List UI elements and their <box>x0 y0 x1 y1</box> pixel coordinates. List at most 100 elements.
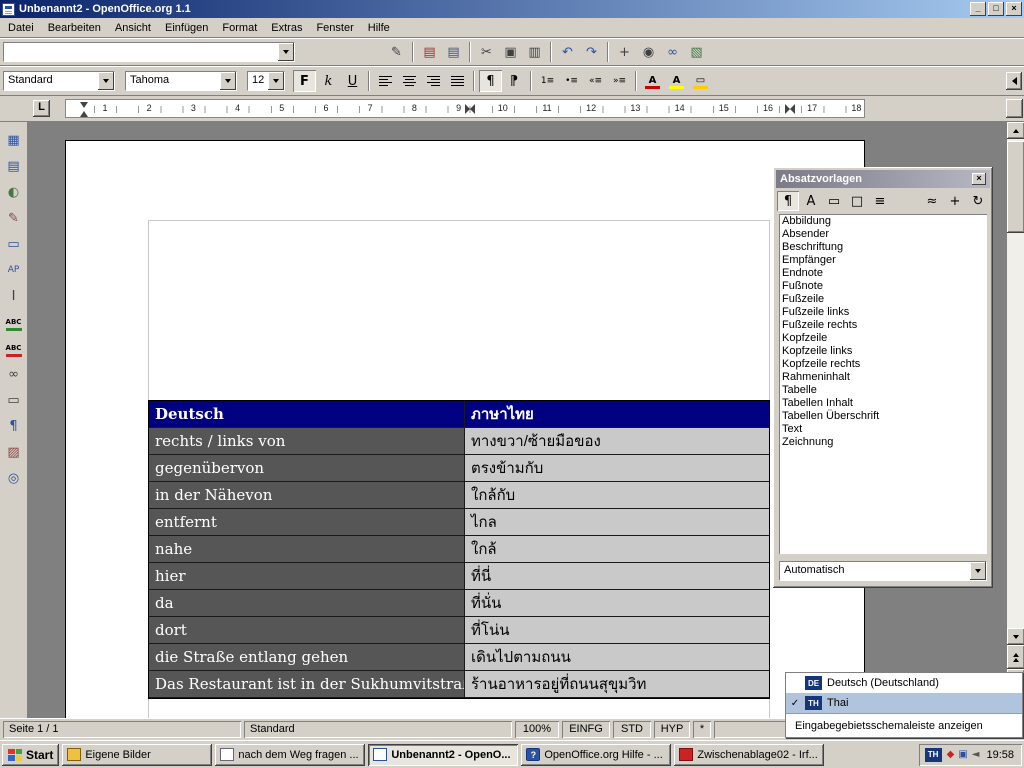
table-cell-thai[interactable]: ไกล <box>465 509 769 536</box>
gallery-icon[interactable]: ▧ <box>685 41 708 63</box>
stylist-close-button[interactable]: × <box>972 173 986 185</box>
new-style-from-selection-icon[interactable]: + <box>944 191 966 211</box>
table-cell-thai[interactable]: ที่โน่น <box>465 617 769 644</box>
direct-cursor-icon[interactable]: I <box>2 284 26 308</box>
show-draw-functions-icon[interactable]: ✎ <box>2 206 26 230</box>
nonprinting-characters-icon[interactable]: ¶ <box>2 414 26 438</box>
numbering-styles-icon[interactable]: ≡ <box>869 191 891 211</box>
style-item[interactable]: Tabellen Überschrift <box>779 410 987 423</box>
align-center-button[interactable] <box>398 70 421 92</box>
tray-icon-volume[interactable]: ◄ <box>972 750 980 760</box>
tray-icon-red[interactable]: ◆ <box>947 750 955 760</box>
tray-icon-blue[interactable]: ▣ <box>958 750 967 760</box>
taskbar-task[interactable]: Eigene Bilder <box>62 744 212 766</box>
status-style[interactable]: Standard <box>244 721 512 738</box>
online-layout-icon[interactable]: ◎ <box>2 466 26 490</box>
stylist-titlebar[interactable]: Absatzvorlagen × <box>776 170 990 188</box>
table-cell-thai[interactable]: ทางขวา/ซ้ายมือของ <box>465 428 769 455</box>
style-item[interactable]: Endnote <box>779 267 987 280</box>
scroll-up-button[interactable] <box>1007 122 1024 139</box>
font-dropdown-button[interactable] <box>220 72 236 90</box>
paste-icon[interactable]: ▥ <box>523 41 546 63</box>
menu-ansicht[interactable]: Ansicht <box>108 19 158 37</box>
table-right-marker[interactable] <box>785 102 795 116</box>
style-item[interactable]: Text <box>779 423 987 436</box>
stylist-filter-combo[interactable]: Automatisch <box>779 561 987 581</box>
table-cell-german[interactable]: rechts / links von <box>149 428 465 455</box>
autospellcheck-icon[interactable]: ABC <box>2 336 26 360</box>
stylist-style-list[interactable]: AbbildungAbsenderBeschriftungEmpfängerEn… <box>779 214 987 554</box>
style-item[interactable]: Tabellen Inhalt <box>779 397 987 410</box>
tab-type-selector[interactable]: L <box>33 100 50 117</box>
navigator-icon[interactable]: + <box>613 41 636 63</box>
bullets-on-off-button[interactable]: •≡ <box>560 70 583 92</box>
stylist-filter-dropdown-button[interactable] <box>970 562 986 580</box>
table-cell-thai[interactable]: ร้านอาหารอยู่ที่ถนนสุขุมวิท <box>465 671 769 698</box>
table-cell-thai[interactable]: ตรงข้ามกับ <box>465 455 769 482</box>
form-functions-icon[interactable]: ▭ <box>2 232 26 256</box>
taskbar-task[interactable]: Zwischenablage02 - Irf... <box>674 744 824 766</box>
horizontal-ruler[interactable]: 123456789101112131415161718 <box>55 99 1005 118</box>
paragraph-styles-icon[interactable]: ¶ <box>777 191 799 211</box>
status-hyperlink-mode[interactable]: HYP <box>654 721 690 738</box>
taskbar-task[interactable]: nach dem Weg fragen ... <box>215 744 365 766</box>
font-size-combo[interactable]: 12 <box>247 71 285 91</box>
menu-extras[interactable]: Extras <box>264 19 309 37</box>
edit-file-icon[interactable]: ✎ <box>385 41 408 63</box>
style-item[interactable]: Kopfzeile <box>779 332 987 345</box>
menu-format[interactable]: Format <box>215 19 264 37</box>
table-cell-german[interactable]: dort <box>149 617 465 644</box>
table-cell-thai[interactable]: ใกล้กับ <box>465 482 769 509</box>
table-cell-thai[interactable]: เดินไปตามถนน <box>465 644 769 671</box>
align-right-button[interactable] <box>422 70 445 92</box>
highlighting-button[interactable]: A <box>665 70 688 92</box>
language-item-de[interactable]: DEDeutsch (Deutschland) <box>786 673 1022 693</box>
table-cell-german[interactable]: entfernt <box>149 509 465 536</box>
increase-indent-button[interactable]: »≡ <box>608 70 631 92</box>
table-cell-german[interactable]: die Straße entlang gehen <box>149 644 465 671</box>
url-combo[interactable] <box>3 42 295 62</box>
style-item[interactable]: Zeichnung <box>779 436 987 449</box>
underline-button[interactable]: U <box>341 70 364 92</box>
style-item[interactable]: Empfänger <box>779 254 987 267</box>
maximize-button[interactable]: □ <box>988 2 1004 16</box>
scroll-down-button[interactable] <box>1007 628 1024 645</box>
vertical-scrollbar[interactable] <box>1006 122 1024 718</box>
titlebar[interactable]: Unbenannt2 - OpenOffice.org 1.1 _□× <box>0 0 1024 18</box>
numbering-on-off-button[interactable]: 1≡ <box>536 70 559 92</box>
font-name-combo[interactable]: Tahoma <box>125 71 237 91</box>
export-pdf-icon[interactable]: ▤ <box>418 41 441 63</box>
url-input[interactable] <box>4 43 278 61</box>
first-line-indent-marker[interactable] <box>80 102 88 108</box>
taskbar-task[interactable]: Unbenannt2 - OpenO... <box>368 744 518 766</box>
close-button[interactable]: × <box>1006 2 1022 16</box>
print-file-icon[interactable]: ▤ <box>442 41 465 63</box>
language-menu-footer-item[interactable]: Eingabegebietsschemaleiste anzeigen <box>786 713 1022 737</box>
italic-button[interactable]: k <box>317 70 340 92</box>
text-direction-ltr-button[interactable]: ¶ <box>479 70 502 92</box>
style-item[interactable]: Kopfzeile links <box>779 345 987 358</box>
status-zoom[interactable]: 100% <box>515 721 559 738</box>
table-cell-german[interactable]: da <box>149 590 465 617</box>
table-cell-german[interactable]: hier <box>149 563 465 590</box>
table-column-marker[interactable] <box>465 102 475 116</box>
status-selection-mode[interactable]: STD <box>613 721 651 738</box>
language-item-th[interactable]: ✓THThai <box>786 693 1022 713</box>
style-item[interactable]: Absender <box>779 228 987 241</box>
spellcheck-icon[interactable]: ABC <box>2 310 26 334</box>
size-dropdown-button[interactable] <box>268 72 284 90</box>
previous-page-button[interactable] <box>1007 645 1024 669</box>
text-direction-rtl-button[interactable]: ¶ <box>503 70 526 92</box>
insert-fields-icon[interactable]: ▤ <box>2 154 26 178</box>
undo-icon[interactable]: ↶ <box>556 41 579 63</box>
left-indent-marker[interactable] <box>80 111 88 117</box>
graphics-on-off-icon[interactable]: ▨ <box>2 440 26 464</box>
document-table[interactable]: Deutschภาษาไทยrechts / links vonทางขวา/ซ… <box>148 400 770 699</box>
menu-fenster[interactable]: Fenster <box>309 19 360 37</box>
character-styles-icon[interactable]: A <box>800 191 822 211</box>
table-cell-german[interactable]: Das Restaurant ist in der Sukhumvitstraß… <box>149 671 465 698</box>
insert-frame-icon[interactable]: ▭ <box>2 388 26 412</box>
background-color-button[interactable]: ▭ <box>689 70 712 92</box>
align-left-button[interactable] <box>374 70 397 92</box>
page[interactable]: Deutschภาษาไทยrechts / links vonทางขวา/ซ… <box>65 140 865 718</box>
